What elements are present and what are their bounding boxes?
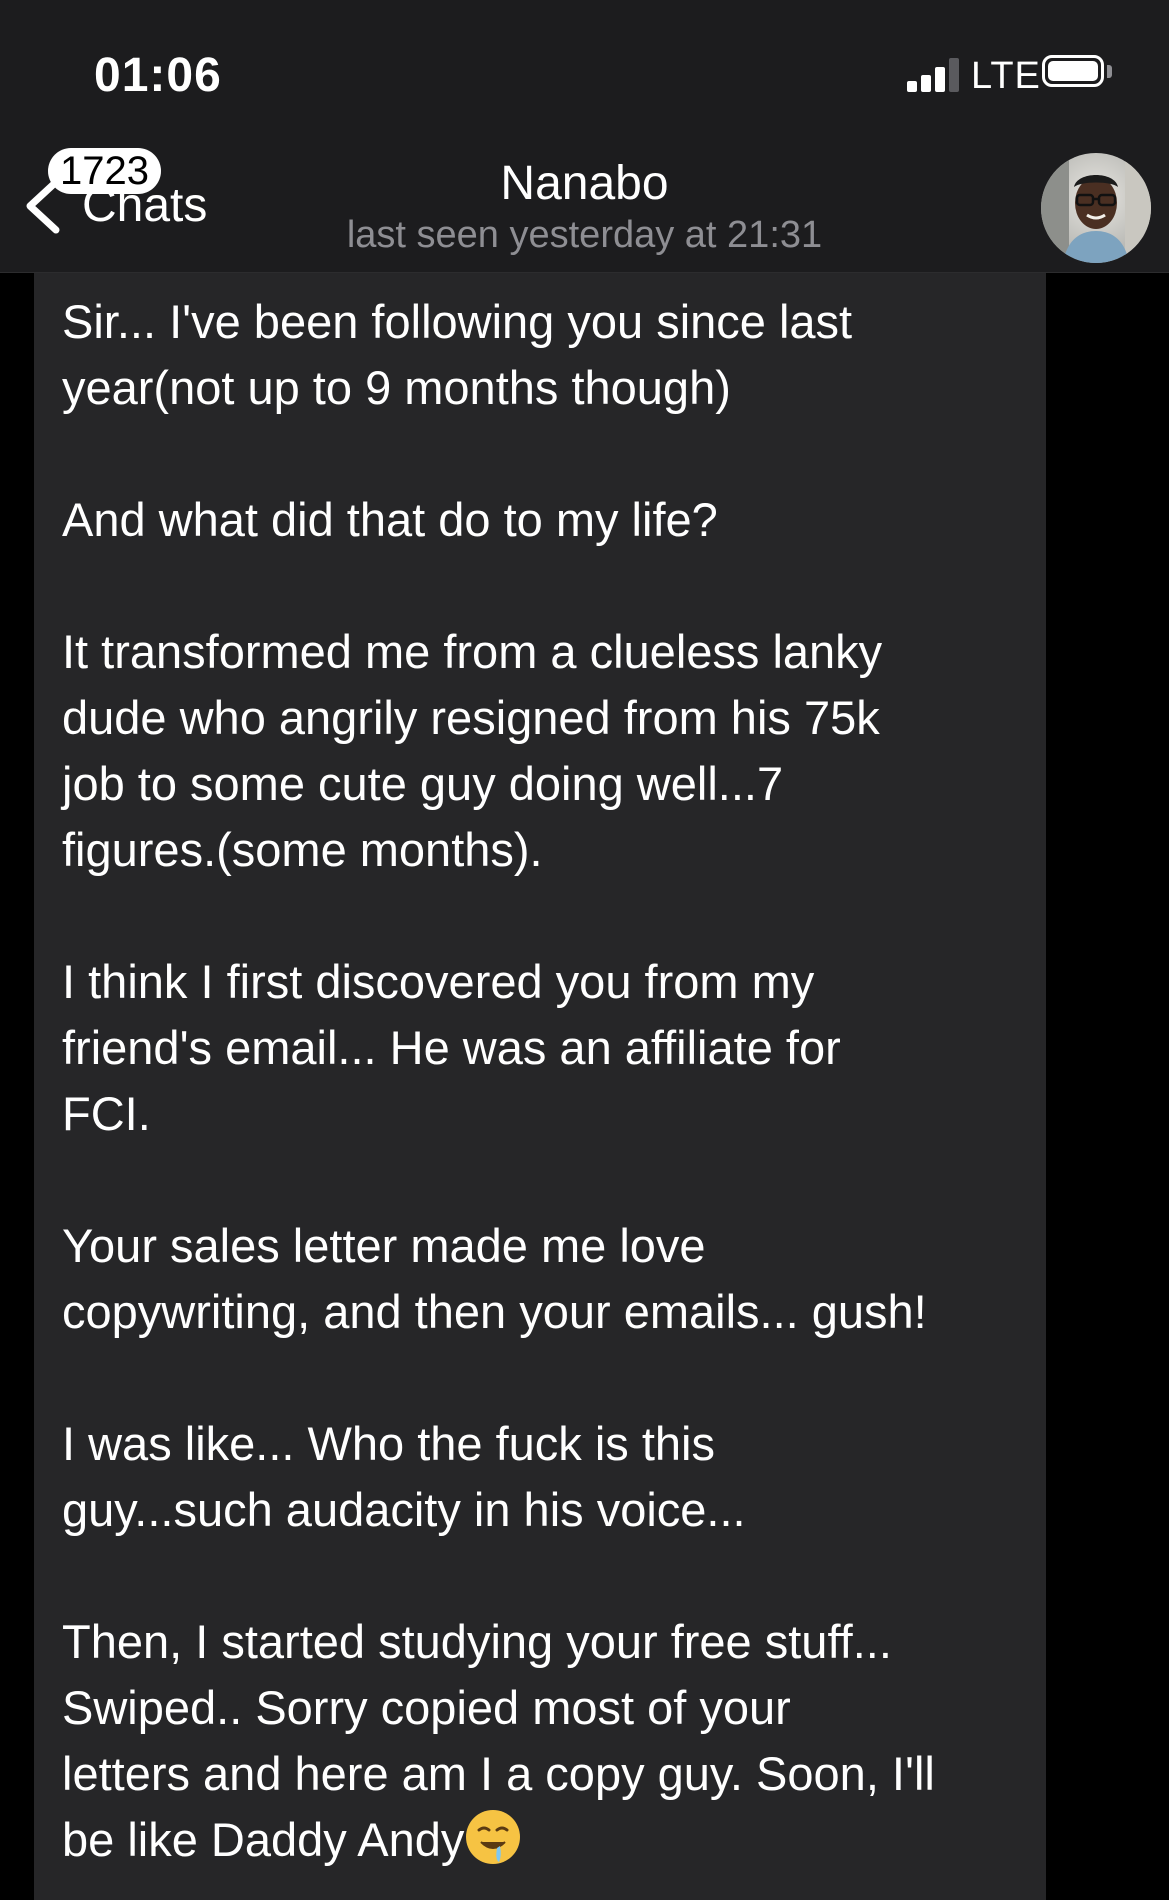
battery-icon bbox=[1042, 55, 1104, 87]
last-seen-status: last seen yesterday at 21:31 bbox=[346, 214, 823, 256]
network-type: LTE bbox=[971, 55, 1041, 97]
message-paragraph: Sir... I've been following you since las… bbox=[62, 295, 853, 414]
cellular-signal-icon bbox=[907, 56, 959, 92]
chat-header: 01:06 LTE Chats 1723 Nanabo last seen ye… bbox=[0, 0, 1169, 273]
message-paragraph: I think I first discovered you from my f… bbox=[62, 955, 841, 1140]
battery-fill bbox=[1048, 61, 1098, 81]
message-paragraph: I was like... Who the fuck is this guy..… bbox=[62, 1417, 746, 1536]
message-text: Sir... I've been following you since las… bbox=[62, 289, 1018, 1873]
chat-area[interactable]: Sir... I've been following you since las… bbox=[0, 273, 1169, 1900]
message-paragraph: Your sales letter made me love copywriti… bbox=[62, 1219, 927, 1338]
message-paragraph: And what did that do to my life? bbox=[62, 493, 718, 546]
contact-name[interactable]: Nanabo bbox=[0, 156, 1169, 211]
status-bar: 01:06 LTE bbox=[0, 0, 1169, 150]
message-bubble[interactable]: Sir... I've been following you since las… bbox=[34, 273, 1046, 1900]
battery-cap bbox=[1107, 65, 1112, 78]
message-paragraph: It transformed me from a clueless lanky … bbox=[62, 625, 883, 876]
drooling-face-emoji-icon bbox=[466, 1810, 521, 1864]
status-time: 01:06 bbox=[94, 49, 222, 102]
avatar-photo bbox=[1041, 153, 1151, 263]
avatar[interactable] bbox=[1041, 153, 1151, 263]
